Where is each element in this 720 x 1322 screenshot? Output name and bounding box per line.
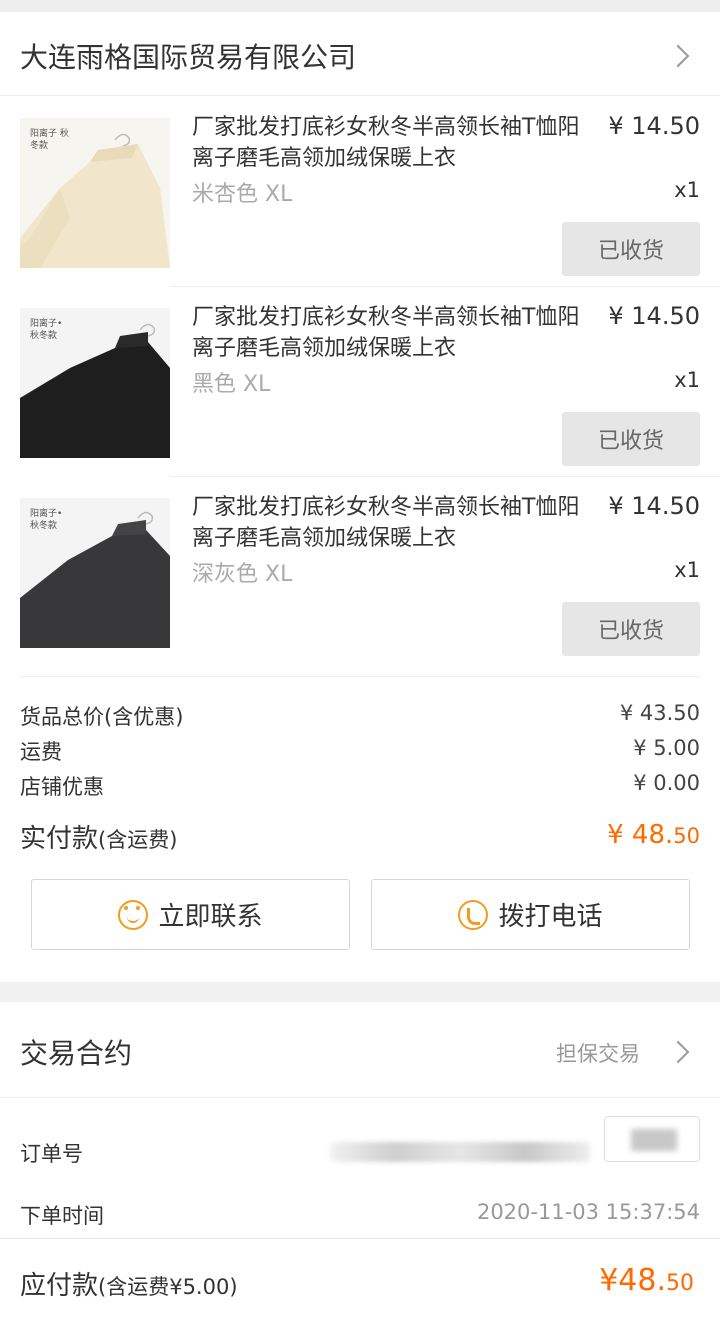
item-spec: 米杏色 XL [192, 182, 293, 207]
payable-label-sub: (含运费¥5.00) [98, 1275, 238, 1299]
item-quantity: x1 [674, 368, 700, 392]
trade-contract-row[interactable]: 交易合约 担保交易 [0, 1002, 720, 1098]
thumbnail-tag: 阳离子• 秋冬款 [30, 509, 63, 531]
item-price: ¥ 14.50 [608, 112, 700, 140]
shipping-value: ¥ 5.00 [633, 736, 700, 760]
product-thumbnail[interactable]: 阳离子 秋冬款 [20, 118, 170, 268]
chat-face-icon [118, 899, 149, 930]
item-separator [170, 476, 720, 477]
received-status-button[interactable]: 已收货 [562, 412, 700, 466]
section-gap [0, 982, 720, 1002]
call-seller-label: 拨打电话 [498, 902, 603, 932]
paid-amount-row: 实付款(含运费) ¥ 48.50 [20, 818, 700, 858]
order-time-value: 2020-11-03 15:37:54 [476, 1200, 700, 1224]
contact-seller-button[interactable]: 立即联系 [31, 879, 350, 950]
order-time-label: 下单时间 [20, 1204, 104, 1228]
payable-cents: 50 [666, 1271, 694, 1296]
goods-total-value: ¥ 43.50 [619, 701, 700, 725]
paid-amount-main: ¥ 48. [607, 820, 674, 850]
item-spec: 深灰色 XL [192, 562, 293, 587]
payable-footer: 应付款(含运费¥5.00) ¥48.50 [0, 1238, 720, 1322]
item-spec: 黑色 XL [192, 372, 271, 397]
shop-row[interactable]: 大连雨格国际贸易有限公司 [0, 12, 720, 96]
order-item[interactable]: 阳离子• 秋冬款 厂家批发打底衫女秋冬半高领长袖T恤阳离子磨毛高领加绒保暖上衣 … [0, 286, 720, 476]
order-time-row: 下单时间 2020-11-03 15:37:54 [20, 1200, 700, 1236]
item-title[interactable]: 厂家批发打底衫女秋冬半高领长袖T恤阳离子磨毛高领加绒保暖上衣 [192, 302, 597, 364]
shop-discount-row: 店铺优惠 ¥ 0.00 [20, 771, 700, 801]
trade-contract-title: 交易合约 [20, 1037, 133, 1070]
paid-amount-label: 实付款(含运费) [20, 818, 177, 855]
shop-name: 大连雨格国际贸易有限公司 [20, 41, 357, 74]
paid-amount-value: ¥ 48.50 [607, 820, 700, 850]
order-number-label: 订单号 [20, 1142, 83, 1166]
shop-discount-value: ¥ 0.00 [633, 771, 700, 795]
product-thumbnail[interactable]: 阳离子• 秋冬款 [20, 498, 170, 648]
order-number-row: 订单号 [20, 1116, 700, 1174]
payable-label: 应付款(含运费¥5.00) [20, 1265, 238, 1302]
payable-value: ¥48.50 [599, 1263, 694, 1298]
item-quantity: x1 [674, 558, 700, 582]
payable-main: ¥48. [599, 1263, 666, 1298]
copy-order-number-button[interactable] [604, 1116, 700, 1162]
summary-divider [20, 676, 700, 677]
paid-label-text: 实付款 [20, 824, 99, 854]
item-title[interactable]: 厂家批发打底衫女秋冬半高领长袖T恤阳离子磨毛高领加绒保暖上衣 [192, 492, 597, 554]
shop-discount-label: 店铺优惠 [20, 775, 104, 799]
paid-label-sub: (含运费) [98, 828, 178, 852]
goods-total-label: 货品总价(含优惠) [20, 705, 184, 729]
phone-icon [458, 899, 489, 930]
order-item[interactable]: 阳离子 秋冬款 厂家批发打底衫女秋冬半高领长袖T恤阳离子磨毛高领加绒保暖上衣 ¥… [0, 96, 720, 286]
trade-contract-type: 担保交易 [556, 1042, 640, 1066]
thumbnail-tag: 阳离子 秋冬款 [30, 129, 69, 151]
product-thumbnail[interactable]: 阳离子• 秋冬款 [20, 308, 170, 458]
item-quantity: x1 [674, 178, 700, 202]
order-item[interactable]: 阳离子• 秋冬款 厂家批发打底衫女秋冬半高领长袖T恤阳离子磨毛高领加绒保暖上衣 … [0, 476, 720, 666]
item-price: ¥ 14.50 [608, 492, 700, 520]
top-strip [0, 0, 720, 12]
chevron-right-icon [666, 1040, 690, 1064]
goods-total-row: 货品总价(含优惠) ¥ 43.50 [20, 701, 700, 731]
paid-amount-cents: 50 [673, 824, 700, 848]
received-status-button[interactable]: 已收货 [562, 602, 700, 656]
item-price: ¥ 14.50 [608, 302, 700, 330]
thumbnail-tag: 阳离子• 秋冬款 [30, 319, 63, 341]
received-status-button[interactable]: 已收货 [562, 222, 700, 276]
shipping-row: 运费 ¥ 5.00 [20, 736, 700, 766]
item-separator [170, 286, 720, 287]
item-title[interactable]: 厂家批发打底衫女秋冬半高领长袖T恤阳离子磨毛高领加绒保暖上衣 [192, 112, 597, 174]
chevron-right-icon [666, 44, 690, 68]
contact-seller-label: 立即联系 [158, 902, 263, 932]
call-seller-button[interactable]: 拨打电话 [371, 879, 690, 950]
shipping-label: 运费 [20, 740, 62, 764]
payable-label-text: 应付款 [20, 1271, 99, 1301]
copy-button-redacted-label [631, 1129, 677, 1151]
order-number-redacted [330, 1142, 590, 1162]
